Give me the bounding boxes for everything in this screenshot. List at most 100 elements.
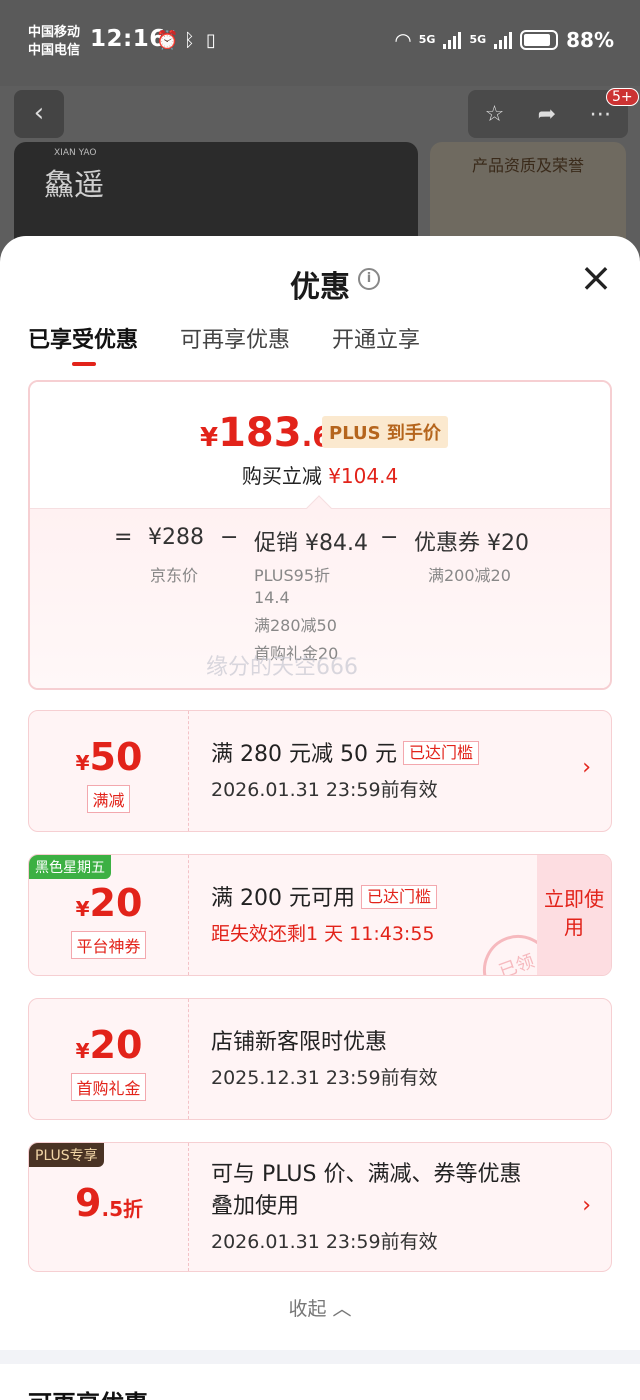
section-divider bbox=[0, 1350, 640, 1364]
signal-icon-1 bbox=[443, 31, 462, 49]
coupon-expiry: 2026.01.31 23:59前有效 bbox=[211, 1231, 438, 1253]
network-label-2: 5G bbox=[469, 33, 487, 46]
qualification-title: 产品资质及荣誉 bbox=[471, 156, 584, 175]
plus-discount-card[interactable]: 9.5折 PLUS专享 可与 PLUS 价、满减、券等优惠 叠加使用 2026.… bbox=[28, 1142, 612, 1272]
tab-more-discounts[interactable]: 可再享优惠 bbox=[180, 322, 290, 366]
tab-bar: 已享受优惠 可再享优惠 开通立享 bbox=[28, 322, 420, 366]
coupon-type-tag: 平台神券 bbox=[71, 931, 146, 959]
coupon-amount: ¥50 bbox=[29, 735, 189, 779]
coupon-card-full-reduction[interactable]: ¥50 满减 满 280 元减 50 元已达门槛 2026.01.31 23:5… bbox=[28, 710, 612, 832]
coupon-title-text: 满 200 元可用 bbox=[211, 886, 355, 911]
coupon-amount: ¥20 bbox=[29, 1023, 189, 1067]
chevron-right-icon[interactable]: › bbox=[582, 755, 591, 780]
promo-plus95-value: 14.4 bbox=[254, 588, 290, 607]
discount-integer: 9 bbox=[75, 1181, 102, 1225]
tab-enjoyed[interactable]: 已享受优惠 bbox=[28, 322, 138, 366]
brand-logo-text: 鱻遥 bbox=[44, 168, 104, 203]
coupon-value: 20 bbox=[89, 1023, 143, 1067]
coupon-title-text: 满 280 元减 50 元 bbox=[211, 742, 397, 767]
coupon-type-tag: 满减 bbox=[87, 785, 130, 813]
final-price-currency: ¥ bbox=[200, 423, 219, 453]
coupon-currency: ¥ bbox=[75, 897, 90, 921]
coupon-title: 满 200 元可用 已达门槛 bbox=[211, 883, 437, 915]
use-now-label: 立即使用 bbox=[544, 887, 604, 939]
black-friday-badge: 黑色星期五 bbox=[29, 855, 111, 879]
coupon-card-first-gift[interactable]: ¥20 首购礼金 店铺新客限时优惠 2025.12.31 23:59前有效 bbox=[28, 998, 612, 1120]
tab-activate[interactable]: 开通立享 bbox=[332, 322, 420, 366]
carrier-2: 中国电信 bbox=[28, 43, 81, 58]
promo-amount: 促销 ¥84.4 bbox=[254, 531, 368, 556]
plus-exclusive-badge: PLUS专享 bbox=[29, 1143, 104, 1167]
coupon-expiry: 2025.12.31 23:59前有效 bbox=[211, 1067, 438, 1089]
carrier-1: 中国移动 bbox=[28, 25, 81, 40]
wifi-icon: ◠ bbox=[395, 28, 411, 52]
coupon-label: 满200减20 bbox=[428, 566, 511, 585]
battery-icon bbox=[520, 30, 559, 50]
minus-sign-1: − bbox=[220, 525, 239, 550]
price-breakdown: = ¥288 − 促销 ¥84.4 − 优惠券 ¥20 京东价 PLUS95折 … bbox=[30, 495, 610, 688]
use-now-button[interactable]: 立即使用 bbox=[537, 855, 611, 975]
chevron-up-icon: ︿ bbox=[332, 1298, 352, 1320]
plus-discount-rate: 9.5折 bbox=[29, 1181, 189, 1225]
instant-reduction: 购买立减 ¥104.4 bbox=[30, 460, 610, 489]
collapse-label: 收起 bbox=[288, 1298, 327, 1320]
back-button[interactable]: ‹ bbox=[14, 90, 64, 138]
coupon-amount: ¥20 bbox=[29, 881, 189, 925]
plus-price-tag: PLUS 到手价 bbox=[322, 416, 448, 448]
status-bar: 中国移动 中国电信 12:16 ⏰ ᛒ ▯ ◠ 5G 5G 88% bbox=[0, 0, 640, 86]
coupon-left: ¥50 满减 bbox=[29, 711, 189, 831]
vibrate-icon: ▯ bbox=[206, 30, 216, 51]
section-heading-more-discounts: 可再享优惠 bbox=[28, 1384, 148, 1400]
coupon-amount: 优惠券 ¥20 bbox=[414, 531, 529, 556]
equals-sign: = bbox=[114, 525, 133, 550]
reduction-label: 购买立减 bbox=[241, 464, 322, 488]
base-price-label: 京东价 bbox=[150, 566, 199, 585]
coupon-title: 店铺新客限时优惠 bbox=[211, 1030, 388, 1055]
chevron-right-icon[interactable]: › bbox=[582, 1193, 591, 1218]
message-badge: 5+ bbox=[606, 88, 639, 106]
coupon-expiry: 2026.01.31 23:59前有效 bbox=[211, 779, 438, 801]
share-icon[interactable]: ➦ bbox=[538, 102, 556, 127]
minus-sign-2: − bbox=[380, 525, 399, 550]
collapse-button[interactable]: 收起 ︿ bbox=[0, 1294, 640, 1321]
coupon-currency: ¥ bbox=[75, 1039, 90, 1063]
final-price: ¥183.6 bbox=[200, 410, 332, 456]
bluetooth-icon: ᛒ bbox=[184, 30, 195, 51]
coupon-type-tag: 首购礼金 bbox=[71, 1073, 146, 1101]
threshold-reached-tag: 已达门槛 bbox=[402, 741, 479, 765]
top-actions: ☆ ➦ ⋯ bbox=[468, 90, 628, 138]
close-button[interactable]: × bbox=[578, 258, 614, 298]
final-price-block: ¥183.6 PLUS 到手价 购买立减 ¥104.4 bbox=[30, 382, 610, 508]
reduction-value: ¥104.4 bbox=[328, 464, 399, 488]
coupon-title-line1: 可与 PLUS 价、满减、券等优惠 bbox=[211, 1162, 522, 1187]
signal-icon-2 bbox=[494, 31, 513, 49]
chevron-left-icon: ‹ bbox=[33, 98, 45, 128]
network-label-1: 5G bbox=[418, 33, 436, 46]
coupon-card-platform[interactable]: ¥20 平台神券 黑色星期五 满 200 元可用 已达门槛 距失效还剩1 天 11… bbox=[28, 854, 612, 976]
user-watermark: 缘分的天空666 bbox=[206, 655, 358, 680]
battery-level: 88% bbox=[566, 28, 614, 52]
coupon-currency: ¥ bbox=[75, 751, 90, 775]
coupon-countdown: 距失效还剩1 天 11:43:55 bbox=[211, 923, 435, 945]
final-price-integer: 183 bbox=[218, 410, 302, 456]
coupon-value: 50 bbox=[89, 735, 143, 779]
price-summary: ¥183.6 PLUS 到手价 购买立减 ¥104.4 = ¥288 − 促销 … bbox=[28, 380, 612, 690]
coupon-title-line2: 叠加使用 bbox=[211, 1194, 300, 1219]
info-icon[interactable]: i bbox=[358, 268, 380, 290]
status-right: ◠ 5G 5G 88% bbox=[395, 28, 614, 52]
promo-full-reduction: 满280减50 bbox=[254, 616, 337, 635]
coupon-value: 20 bbox=[89, 881, 143, 925]
threshold-reached-tag: 已达门槛 bbox=[360, 885, 437, 909]
promo-plus95: PLUS95折 bbox=[254, 566, 330, 585]
favorite-icon[interactable]: ☆ bbox=[485, 102, 505, 127]
alarm-icon: ⏰ bbox=[156, 30, 179, 51]
coupon-left: ¥20 首购礼金 bbox=[29, 999, 189, 1119]
discount-suffix: .5折 bbox=[101, 1197, 143, 1221]
coupon-title: 可与 PLUS 价、满减、券等优惠 叠加使用 bbox=[211, 1159, 521, 1223]
carrier-labels: 中国移动 中国电信 bbox=[28, 24, 80, 60]
more-icon[interactable]: ⋯ bbox=[589, 102, 611, 127]
status-time: 12:16 bbox=[90, 26, 166, 52]
close-icon: × bbox=[579, 255, 613, 301]
base-price: ¥288 bbox=[148, 525, 204, 550]
discount-sheet: 优惠 i × 已享受优惠 可再享优惠 开通立享 ¥183.6 PLUS 到手价 … bbox=[0, 236, 640, 1400]
